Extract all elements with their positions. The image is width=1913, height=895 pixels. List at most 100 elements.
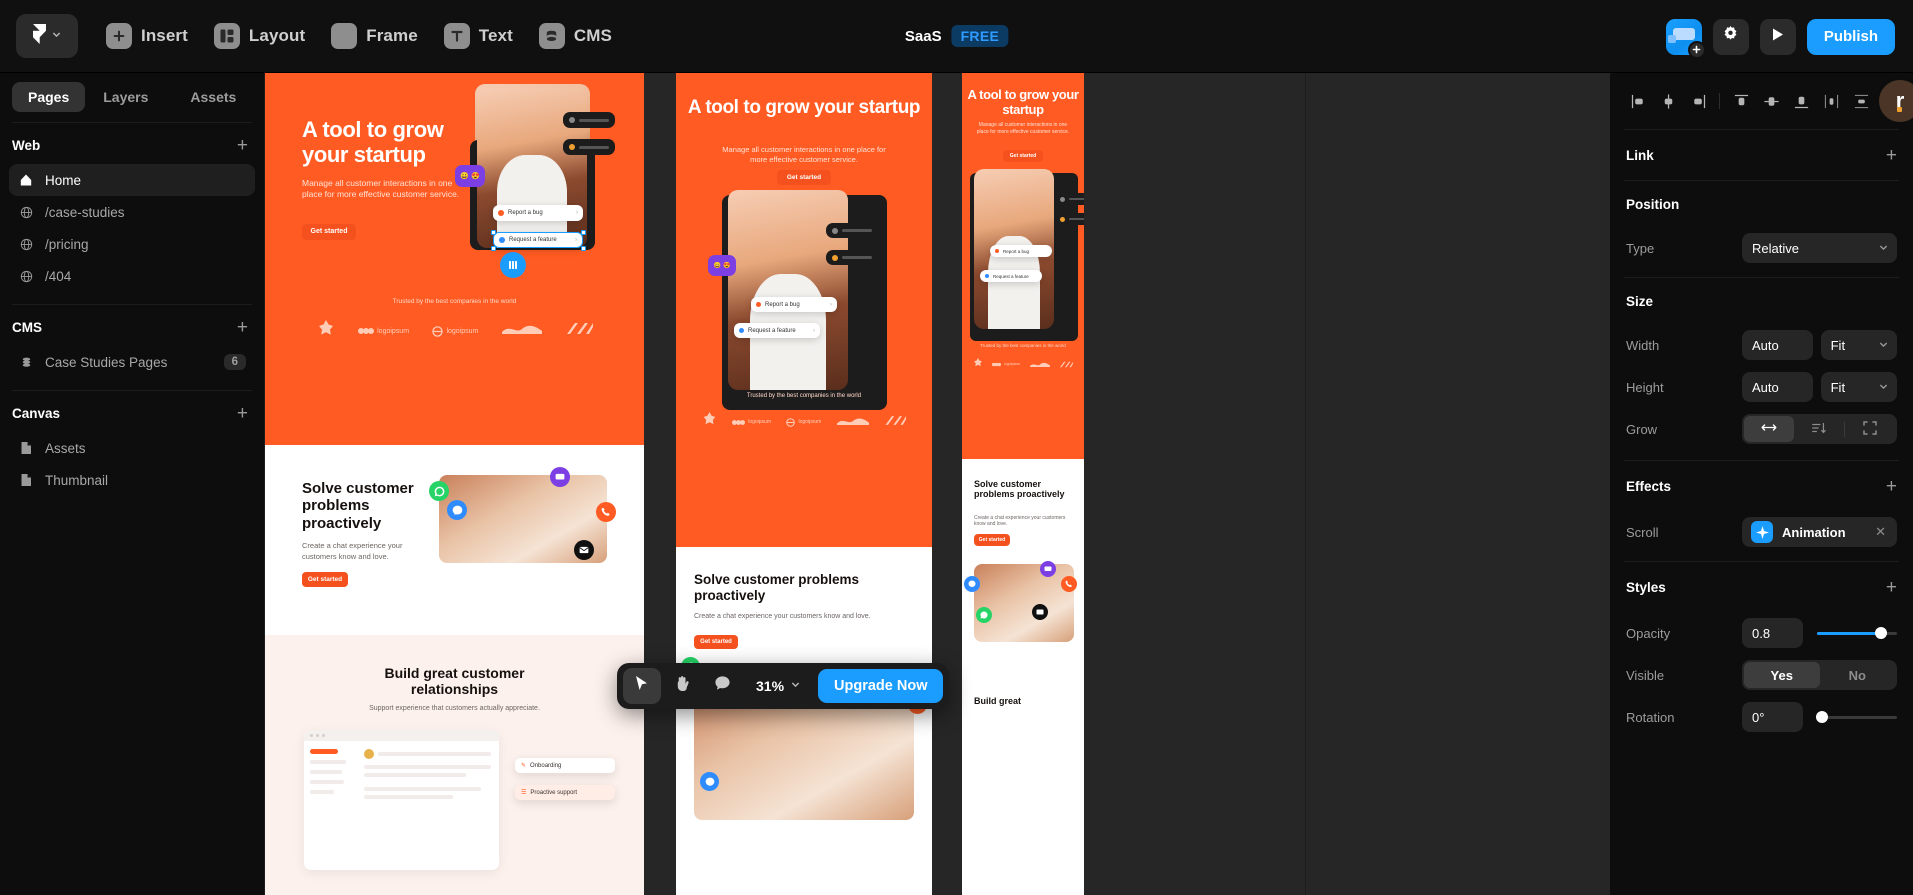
sidebar-item-404[interactable]: /404 [9, 260, 255, 292]
align-center-horizontal-icon[interactable] [1654, 87, 1682, 115]
canvas-bottom-toolbar: 31% Upgrade Now [617, 663, 950, 709]
upgrade-now-button[interactable]: Upgrade Now [818, 669, 944, 703]
selection-handle-tl[interactable] [491, 230, 496, 235]
document-title-group[interactable]: SaaS FREE [905, 25, 1009, 47]
add-style-button[interactable]: + [1886, 578, 1897, 597]
alignment-toolbar: r [1610, 73, 1913, 129]
chevron-down-icon [51, 27, 62, 45]
cursor-arrow-icon [634, 675, 650, 697]
avatar[interactable]: r [1877, 78, 1913, 124]
sidebar-item-home[interactable]: Home [9, 164, 255, 196]
align-left-icon[interactable] [1624, 87, 1652, 115]
add-effect-button[interactable]: + [1886, 477, 1897, 496]
comment-tool-button[interactable] [703, 668, 741, 704]
add-link-button[interactable]: + [1886, 146, 1897, 165]
frame-mobile[interactable]: A tool to grow your startup Manage all c… [962, 73, 1084, 895]
publish-button[interactable]: Publish [1806, 18, 1895, 55]
grow-stack-button[interactable] [1794, 416, 1844, 442]
toolbar-text[interactable]: Text [436, 16, 525, 56]
cursor-tool-button[interactable] [623, 668, 661, 704]
toolbar-frame[interactable]: Frame [323, 16, 430, 56]
selection-handle-bl[interactable] [491, 246, 496, 251]
sidebar-item-assets[interactable]: Assets [9, 432, 255, 464]
rotation-slider-track [1816, 711, 1897, 723]
plan-badge[interactable]: FREE [951, 25, 1009, 47]
position-type-select[interactable]: Relative [1742, 233, 1897, 263]
visible-yes-button[interactable]: Yes [1744, 662, 1820, 688]
frame-desktop[interactable]: A tool to grow your startup Manage all c… [265, 73, 644, 895]
bubble-whatsapp-icon [976, 607, 992, 623]
frame-tablet[interactable]: A tool to grow your startup Manage all c… [676, 73, 932, 895]
comment-bubble-icon [714, 675, 731, 697]
preview-button[interactable] [1759, 18, 1796, 55]
settings-button[interactable] [1712, 18, 1749, 55]
distribute-horizontal-icon[interactable] [1817, 87, 1845, 115]
width-label: Width [1626, 337, 1660, 353]
design-canvas[interactable]: A tool to grow your startup Manage all c… [265, 73, 1305, 895]
tablet-solve-headline: Solve customer problems proactively [694, 572, 860, 603]
sidebar-item-thumbnail-label: Thumbnail [45, 472, 109, 488]
sidebar-item-thumbnail[interactable]: Thumbnail [9, 464, 255, 496]
mobile-hero-cta[interactable]: Get started [1003, 150, 1043, 162]
sidebar-item-case-studies[interactable]: /case-studies [9, 196, 255, 228]
rotation-input[interactable]: 0° [1742, 702, 1803, 732]
desktop-hero-cta[interactable]: Get started [302, 224, 356, 240]
hero-request-feature-chip[interactable]: Request a feature › [493, 232, 583, 248]
globe-icon [18, 238, 34, 251]
mobile-solve-cta[interactable]: Get started [974, 534, 1010, 546]
layout-grid-icon [213, 23, 240, 49]
rotation-slider[interactable] [1816, 702, 1897, 732]
toolbar-cms[interactable]: CMS [531, 16, 624, 56]
zoom-level-dropdown[interactable]: 31% [747, 668, 810, 704]
client-logo-2: logoipsum [732, 419, 771, 426]
globe-icon [18, 206, 34, 219]
toolbar-insert[interactable]: Insert [98, 16, 200, 56]
align-separator [1719, 93, 1720, 109]
height-mode-select[interactable]: Fit [1820, 372, 1897, 402]
hand-icon [674, 675, 691, 697]
scroll-effect-badge[interactable] [500, 252, 526, 278]
left-sidebar: Pages Layers Assets Web + Home /case-stu… [0, 73, 265, 895]
section-header-styles: Styles + [1610, 562, 1913, 612]
add-page-button[interactable]: + [237, 136, 248, 155]
invite-collaborators-button[interactable] [1665, 18, 1706, 59]
add-canvas-button[interactable]: + [237, 404, 248, 423]
selection-handle-tr[interactable] [581, 230, 586, 235]
rotation-slider-knob[interactable] [1816, 711, 1828, 723]
opacity-input[interactable]: 0.8 [1742, 618, 1803, 648]
opacity-slider[interactable] [1817, 618, 1897, 648]
tablet-hero-cta[interactable]: Get started [777, 170, 831, 185]
align-bottom-icon[interactable] [1787, 87, 1815, 115]
tab-assets[interactable]: Assets [174, 82, 252, 112]
selection-handle-br[interactable] [581, 246, 586, 251]
width-mode-select[interactable]: Fit [1820, 330, 1897, 360]
opacity-slider-knob[interactable] [1875, 627, 1887, 639]
client-logo-4 [501, 322, 542, 340]
desktop-solve-cta[interactable]: Get started [302, 572, 348, 587]
tab-layers[interactable]: Layers [87, 82, 164, 112]
add-collection-button[interactable]: + [237, 318, 248, 337]
close-icon[interactable]: ✕ [1873, 524, 1888, 540]
tablet-solve-cta[interactable]: Get started [694, 635, 738, 649]
align-center-vertical-icon[interactable] [1757, 87, 1785, 115]
position-type-row: Type Relative [1610, 227, 1913, 269]
height-input[interactable]: Auto [1742, 372, 1813, 402]
framer-menu-button[interactable] [16, 14, 78, 58]
scroll-animation-chip[interactable]: Animation ✕ [1742, 517, 1897, 547]
align-right-icon[interactable] [1684, 87, 1712, 115]
sidebar-item-pricing[interactable]: /pricing [9, 228, 255, 260]
toolbar-layout[interactable]: Layout [206, 16, 317, 56]
width-input[interactable]: Auto [1742, 330, 1813, 360]
align-top-icon[interactable] [1727, 87, 1755, 115]
client-logo-2: logoipsum [992, 362, 1020, 367]
gear-icon [1722, 25, 1739, 48]
visible-no-button[interactable]: No [1820, 662, 1896, 688]
distribute-vertical-icon[interactable] [1847, 87, 1875, 115]
tablet-logos-row: logoipsum logoipsum [694, 410, 914, 434]
grow-fill-button[interactable] [1845, 416, 1895, 442]
grow-horizontal-button[interactable] [1744, 416, 1794, 442]
chevron-down-icon [1878, 241, 1889, 256]
sidebar-item-case-studies-pages[interactable]: Case Studies Pages 6 [9, 346, 255, 378]
tab-pages[interactable]: Pages [12, 82, 86, 112]
hand-tool-button[interactable] [663, 668, 701, 704]
